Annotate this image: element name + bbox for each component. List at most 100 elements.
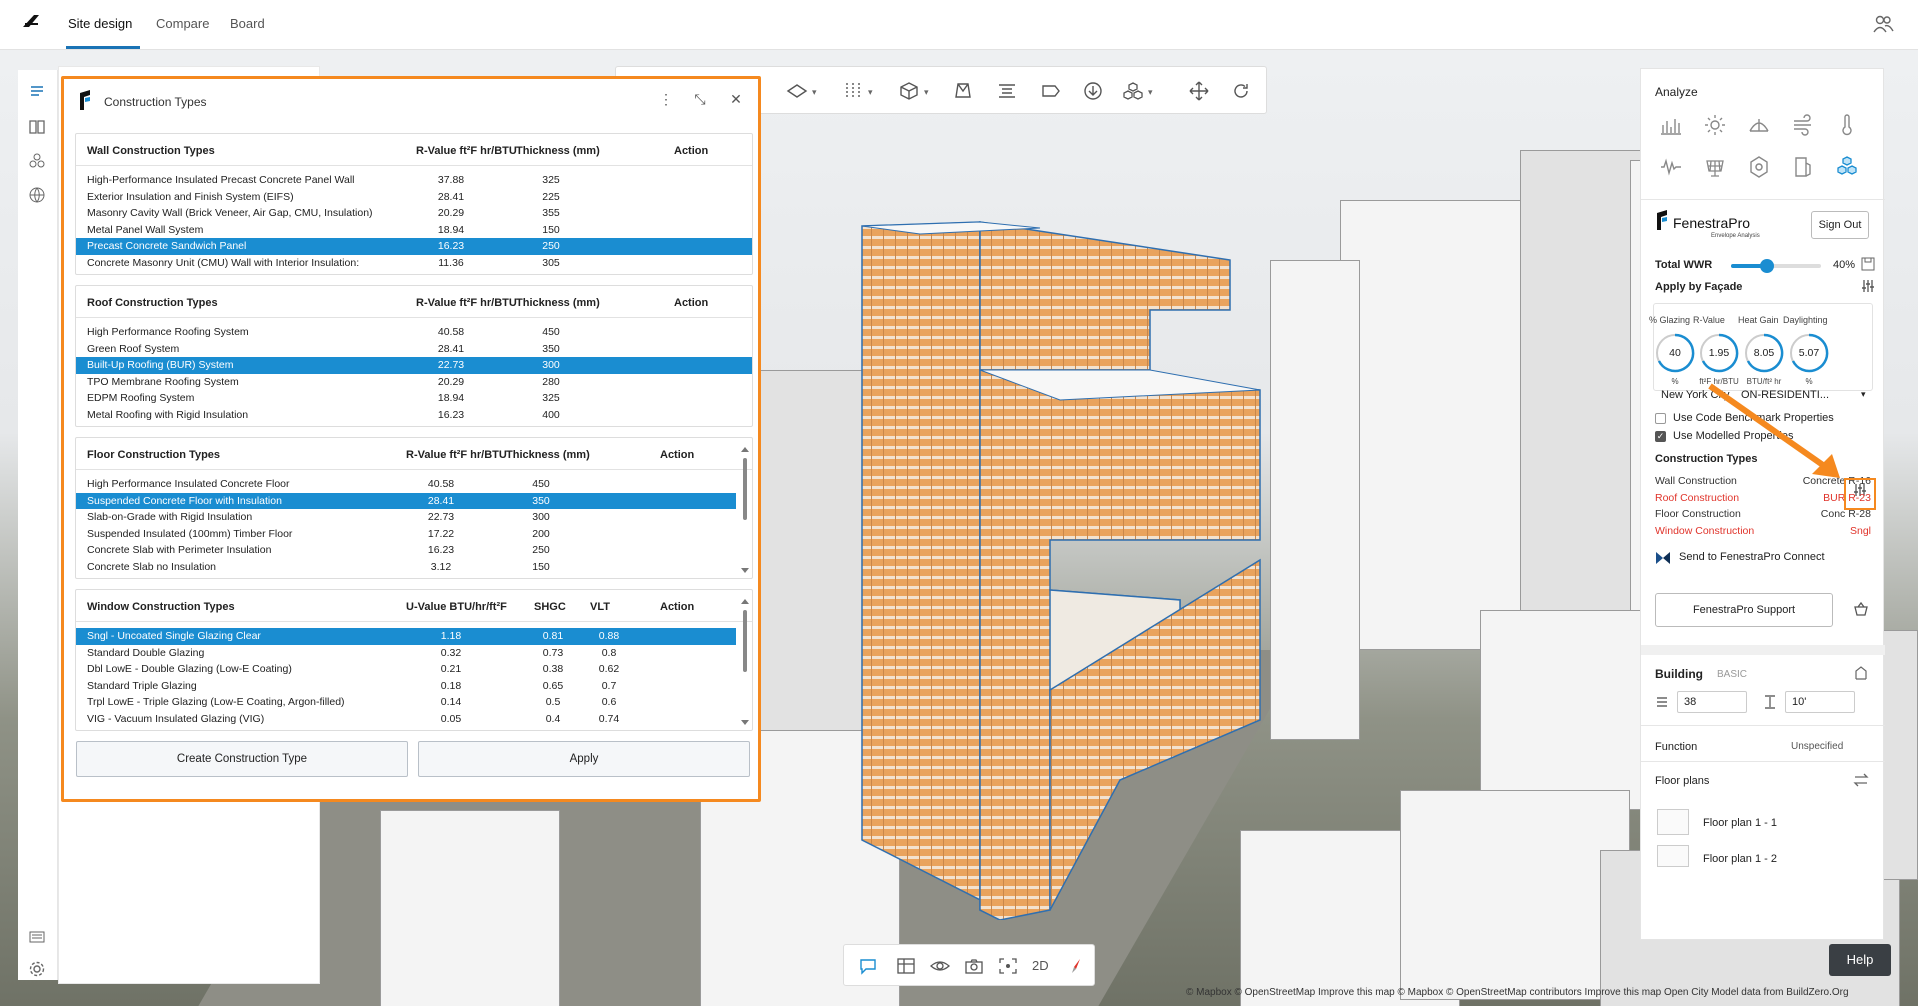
collapse-icon[interactable]: ⤡ <box>692 91 708 107</box>
solar-panel-icon[interactable] <box>1703 155 1727 179</box>
help-button[interactable]: Help <box>1829 944 1891 976</box>
function-value[interactable]: Unspecified <box>1791 741 1843 752</box>
sun-path-icon[interactable] <box>1747 113 1771 137</box>
wwr-slider-track[interactable] <box>1731 259 1821 273</box>
table-row[interactable]: High Performance Insulated Concrete Floo… <box>76 476 736 493</box>
sliders-icon[interactable] <box>1861 279 1875 293</box>
settings-gear-icon[interactable] <box>28 960 46 978</box>
refresh-icon[interactable] <box>1230 81 1252 101</box>
box-icon[interactable] <box>898 81 920 101</box>
table-row[interactable]: Metal Panel Wall System 18.94 150 <box>76 222 752 239</box>
use-modelled-checkbox[interactable]: ✓ <box>1655 431 1666 442</box>
cubes-icon[interactable] <box>1122 81 1144 101</box>
close-icon[interactable]: ✕ <box>728 91 744 107</box>
basket-icon[interactable] <box>1853 601 1869 617</box>
fenestrapro-support-button[interactable]: FenestraPro Support <box>1655 593 1833 627</box>
use-code-checkbox[interactable] <box>1655 413 1666 424</box>
construction-value: 250 <box>542 240 560 253</box>
table-row[interactable]: Built-Up Roofing (BUR) System 22.73 300 <box>76 357 752 374</box>
table-row[interactable]: EDPM Roofing System 18.94 325 <box>76 390 752 407</box>
table-row[interactable]: Trpl LowE - Triple Glazing (Low-E Coatin… <box>76 694 736 711</box>
create-construction-type-button[interactable]: Create Construction Type <box>76 741 408 777</box>
floor-plan-thumbnail[interactable] <box>1657 845 1689 867</box>
compass-icon[interactable] <box>1066 957 1086 975</box>
scrollbar[interactable] <box>740 446 750 574</box>
camera-icon[interactable] <box>964 957 984 975</box>
table-row[interactable]: Standard Double Glazing 0.32 0.73 0.8 <box>76 645 736 662</box>
keyboard-icon[interactable] <box>28 928 46 946</box>
focus-icon[interactable] <box>998 957 1018 975</box>
sign-out-button[interactable]: Sign Out <box>1811 211 1869 239</box>
table-row[interactable]: High-Performance Insulated Precast Concr… <box>76 172 752 189</box>
table-row[interactable]: Concrete Slab with Perimeter Insulation 1… <box>76 542 736 559</box>
book-icon[interactable] <box>28 118 46 136</box>
table-row[interactable]: Exterior Insulation and Finish System (E… <box>76 189 752 206</box>
floor-plan-thumbnail[interactable] <box>1657 809 1689 835</box>
selected-tower-model[interactable] <box>860 220 1280 920</box>
table-row[interactable]: Suspended Insulated (100mm) Timber Floor… <box>76 526 736 543</box>
components-icon[interactable] <box>28 152 46 170</box>
facade-icon[interactable] <box>1791 155 1815 179</box>
tab-site-design[interactable]: Site design <box>68 16 132 31</box>
table-row[interactable]: Metal Roofing with Rigid Insulation 16.23… <box>76 407 752 424</box>
move-icon[interactable] <box>1188 81 1210 101</box>
apply-button[interactable]: Apply <box>418 741 750 777</box>
split-icon[interactable] <box>842 81 864 101</box>
tag-icon[interactable] <box>1040 81 1062 101</box>
save-icon[interactable] <box>1861 257 1875 271</box>
2d-toggle-button[interactable]: 2D <box>1032 958 1049 973</box>
menu-icon[interactable] <box>28 82 46 100</box>
window-view-icon[interactable] <box>896 957 916 975</box>
table-row[interactable]: Standard Triple Glazing 0.18 0.65 0.7 <box>76 678 736 695</box>
autodesk-logo-icon[interactable] <box>22 14 40 28</box>
table-row[interactable]: High Performance Roofing System 40.58 450 <box>76 324 752 341</box>
table-row[interactable]: Green Roof System 28.41 350 <box>76 341 752 358</box>
building-edit-icon[interactable] <box>1853 665 1869 681</box>
table-row[interactable]: Concrete Slab no Insulation 3.12 150 <box>76 559 736 576</box>
users-icon[interactable] <box>1872 14 1894 34</box>
floor-height-input[interactable]: 10' <box>1785 691 1855 713</box>
column-header: Floor Construction Types <box>87 449 221 461</box>
table-row[interactable]: Suspended Concrete Floor with Insulation… <box>76 492 736 510</box>
chevron-down-icon[interactable]: ▾ <box>1148 87 1153 98</box>
tab-compare[interactable]: Compare <box>156 16 209 31</box>
bar-analysis-icon[interactable] <box>1659 113 1683 137</box>
eye-icon[interactable] <box>930 957 950 975</box>
table-row[interactable]: Slab-on-Grade with Rigid Insulation 22.73… <box>76 509 736 526</box>
sun-icon[interactable] <box>1703 113 1727 137</box>
plane-icon[interactable] <box>786 81 808 101</box>
table-row[interactable]: Masonry Cavity Wall (Brick Veneer, Air G… <box>76 205 752 222</box>
send-to-connect-link[interactable]: Send to FenestraPro Connect <box>1679 551 1825 563</box>
floors-count-input[interactable]: 38 <box>1677 691 1747 713</box>
scrollbar[interactable] <box>740 598 750 726</box>
more-options-icon[interactable]: ⋮ <box>658 91 674 107</box>
hexagon-icon[interactable] <box>1747 155 1771 179</box>
download-circle-icon[interactable] <box>1082 81 1104 101</box>
table-row[interactable]: Concrete Masonry Unit (CMU) Wall with In… <box>76 255 752 272</box>
table-row[interactable]: VIG - Vacuum Insulated Glazing (VIG) 0.05… <box>76 711 736 728</box>
floor-plan-item[interactable]: Floor plan 1 - 2 <box>1703 853 1777 865</box>
wwr-slider-thumb[interactable] <box>1760 259 1774 273</box>
wind-icon[interactable] <box>1791 113 1815 137</box>
comment-icon[interactable] <box>858 957 878 975</box>
chevron-down-icon[interactable]: ▾ <box>924 87 929 98</box>
chevron-down-icon[interactable]: ▾ <box>812 87 817 98</box>
floor-plan-item[interactable]: Floor plan 1 - 1 <box>1703 817 1777 829</box>
table-row[interactable]: Precast Concrete Sandwich Panel 16.23 250 <box>76 238 752 255</box>
construction-type-value[interactable]: Sngl <box>1850 525 1871 537</box>
globe-icon[interactable] <box>28 186 46 204</box>
table-row[interactable]: TPO Membrane Roofing System 20.29 280 <box>76 374 752 391</box>
chevron-down-icon[interactable]: ▾ <box>1861 389 1866 400</box>
swap-icon[interactable] <box>1853 773 1869 787</box>
chevron-down-icon[interactable]: ▾ <box>868 87 873 98</box>
fenestrapro-cubes-icon[interactable] <box>1835 155 1859 179</box>
prism-icon[interactable] <box>952 81 974 101</box>
brand-subtitle: Envelope Analysis <box>1711 233 1760 239</box>
thermometer-icon[interactable] <box>1835 113 1859 137</box>
tab-board[interactable]: Board <box>230 16 265 31</box>
table-row[interactable]: Dbl LowE - Double Glazing (Low-E Coating… <box>76 661 736 678</box>
noise-icon[interactable] <box>1659 155 1683 179</box>
spacing-icon[interactable] <box>996 81 1018 101</box>
table-row[interactable]: Sngl - Uncoated Single Glazing Clear 1.18… <box>76 628 736 645</box>
construction-name: High Performance Roofing System <box>87 326 249 338</box>
